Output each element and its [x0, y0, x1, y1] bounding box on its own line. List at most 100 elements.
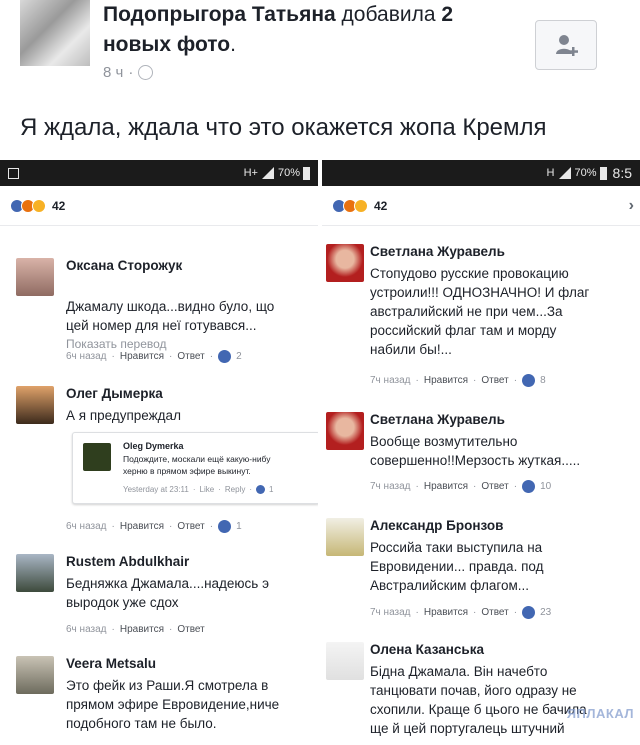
- like-link[interactable]: Нравится: [424, 375, 468, 386]
- reactions-bar[interactable]: 42: [0, 186, 318, 226]
- like-count: 8: [540, 375, 546, 386]
- comment-meta: 6ч назад · Нравится · Ответ · 2: [66, 350, 242, 363]
- reactions-count: 42: [52, 198, 66, 213]
- comment-author[interactable]: Veera Metsalu: [66, 656, 156, 671]
- status-bar: H 70% 8:5: [322, 160, 640, 186]
- network-type: H: [546, 167, 555, 179]
- comment-author[interactable]: Александр Бронзов: [370, 518, 503, 533]
- author-name[interactable]: Подопрыгора Татьяна: [103, 3, 336, 26]
- comment-body: Бідна Джамала. Він начебто танцювати поч…: [370, 664, 587, 736]
- quoted-reply: Reply: [224, 485, 246, 494]
- clock: 8:5: [612, 165, 632, 181]
- like-thumb-icon: [218, 350, 232, 363]
- post-time[interactable]: 8 ч: [103, 64, 123, 81]
- network-type: H+: [243, 167, 258, 179]
- like-link[interactable]: Нравится: [120, 624, 164, 635]
- add-friend-button[interactable]: [535, 20, 597, 70]
- post-meta: 8 ч ·: [103, 64, 154, 81]
- comment-body: Джамалу шкода...видно було, що цей номер…: [66, 299, 275, 333]
- avatar[interactable]: [326, 518, 364, 556]
- reactions-count: 42: [374, 198, 388, 213]
- comment-time: 6ч назад: [66, 521, 107, 532]
- battery-icon: [599, 166, 607, 180]
- like-link[interactable]: Нравится: [424, 607, 468, 618]
- comment-meta: 6ч назад · Нравится · Ответ: [66, 624, 205, 635]
- comment-author[interactable]: Олег Дымерка: [66, 386, 163, 401]
- like-thumb-icon: [522, 606, 536, 619]
- status-bar: H+ 70%: [0, 160, 318, 186]
- avatar[interactable]: [16, 554, 54, 592]
- battery-level: 70%: [277, 167, 300, 179]
- like-count: 1: [236, 521, 242, 532]
- comment-time: 6ч назад: [66, 351, 107, 362]
- avatar[interactable]: [326, 244, 364, 282]
- like-thumb-icon: [522, 480, 536, 493]
- comment-time: 7ч назад: [370, 481, 411, 492]
- reply-link[interactable]: Ответ: [177, 351, 204, 362]
- like-thumb-icon: [255, 485, 265, 494]
- comment-author[interactable]: Светлана Журавель: [370, 244, 505, 259]
- signal-icon: [261, 167, 274, 179]
- comment-author[interactable]: Оксана Сторожук: [66, 258, 182, 273]
- comment-body: Это фейк из Раши.Я смотрела в прямом эфи…: [66, 678, 280, 731]
- comment-body: А я предупреждал: [66, 408, 181, 423]
- notification-icon: [8, 167, 19, 179]
- reply-link[interactable]: Ответ: [481, 375, 508, 386]
- comment-meta: 7ч назад · Нравится · Ответ · 8: [370, 374, 546, 387]
- author-avatar[interactable]: [20, 0, 90, 66]
- comment-body: Российа таки выступила на Евровидении...…: [370, 540, 544, 593]
- post-action-suffix: новых фото: [103, 33, 231, 56]
- comment-author[interactable]: Олена Казанська: [370, 642, 484, 657]
- haha-reaction-icon: [354, 198, 368, 213]
- quoted-time: Yesterday at 23:11: [123, 485, 189, 494]
- like-count: 10: [540, 481, 552, 492]
- reply-link[interactable]: Ответ: [481, 607, 508, 618]
- like-thumb-icon: [218, 520, 232, 533]
- like-count: 23: [540, 607, 552, 618]
- like-link[interactable]: Нравится: [424, 481, 468, 492]
- quoted-comment[interactable]: Oleg Dymerka Подождите, москали ещё каку…: [72, 432, 318, 504]
- quoted-like: Like: [199, 485, 215, 494]
- quoted-author: Oleg Dymerka: [123, 441, 184, 451]
- photo-screenshot-left[interactable]: H+ 70% 42 Оксана Сторожук Джамалу шкода.…: [0, 160, 318, 745]
- globe-icon: [138, 65, 154, 80]
- comment-meta: 7ч назад · Нравится · Ответ · 10: [370, 480, 552, 493]
- avatar[interactable]: [16, 258, 54, 296]
- quoted-like-count: 1: [268, 485, 274, 494]
- avatar[interactable]: [16, 386, 54, 424]
- post-header: Подопрыгора Татьяна добавила 2 новых фот…: [103, 3, 454, 56]
- comment-time: 7ч назад: [370, 607, 411, 618]
- chevron-right-icon[interactable]: ›: [629, 197, 634, 215]
- watermark: ЯПЛАКАЛ: [566, 706, 634, 721]
- reactions-bar[interactable]: 42 ›: [322, 186, 640, 226]
- quoted-meta: Yesterday at 23:11 · Like · Reply · 1: [123, 485, 274, 494]
- like-count: 2: [236, 351, 242, 362]
- comment-meta: 7ч назад · Нравится · Ответ · 23: [370, 606, 552, 619]
- comment-meta: 6ч назад · Нравится · Ответ · 1: [66, 520, 242, 533]
- avatar[interactable]: [326, 642, 364, 680]
- reply-link[interactable]: Ответ: [177, 624, 204, 635]
- battery-icon: [303, 166, 310, 180]
- quoted-text: Подождите, москали ещё какую-нибу херню …: [123, 454, 271, 476]
- comment-time: 7ч назад: [370, 375, 411, 386]
- like-link[interactable]: Нравится: [120, 351, 164, 362]
- comment-time: 6ч назад: [66, 624, 107, 635]
- signal-icon: [558, 167, 571, 179]
- reply-link[interactable]: Ответ: [177, 521, 204, 532]
- photo-screenshot-right[interactable]: H 70% 8:5 42 › Светлана Журавель Стопудо…: [322, 160, 640, 745]
- comment-author[interactable]: Светлана Журавель: [370, 412, 505, 427]
- avatar[interactable]: [326, 412, 364, 450]
- comment-body: Вообще возмутительно совершенно!!Мерзост…: [370, 434, 581, 468]
- haha-reaction-icon: [32, 198, 46, 213]
- like-link[interactable]: Нравится: [120, 521, 164, 532]
- battery-level: 70%: [574, 167, 597, 179]
- like-thumb-icon: [522, 374, 536, 387]
- comment-body: Бедняжка Джамала....надеюсь э выродок уж…: [66, 576, 269, 610]
- comment-body: Стопудово русские провокацию устроили!!!…: [370, 266, 590, 357]
- avatar[interactable]: [16, 656, 54, 694]
- add-friend-icon: [556, 35, 578, 56]
- post-action-prefix: добавила: [341, 3, 436, 26]
- comment-author[interactable]: Rustem Abdulkhair: [66, 554, 189, 569]
- quoted-avatar: [83, 443, 111, 471]
- reply-link[interactable]: Ответ: [481, 481, 508, 492]
